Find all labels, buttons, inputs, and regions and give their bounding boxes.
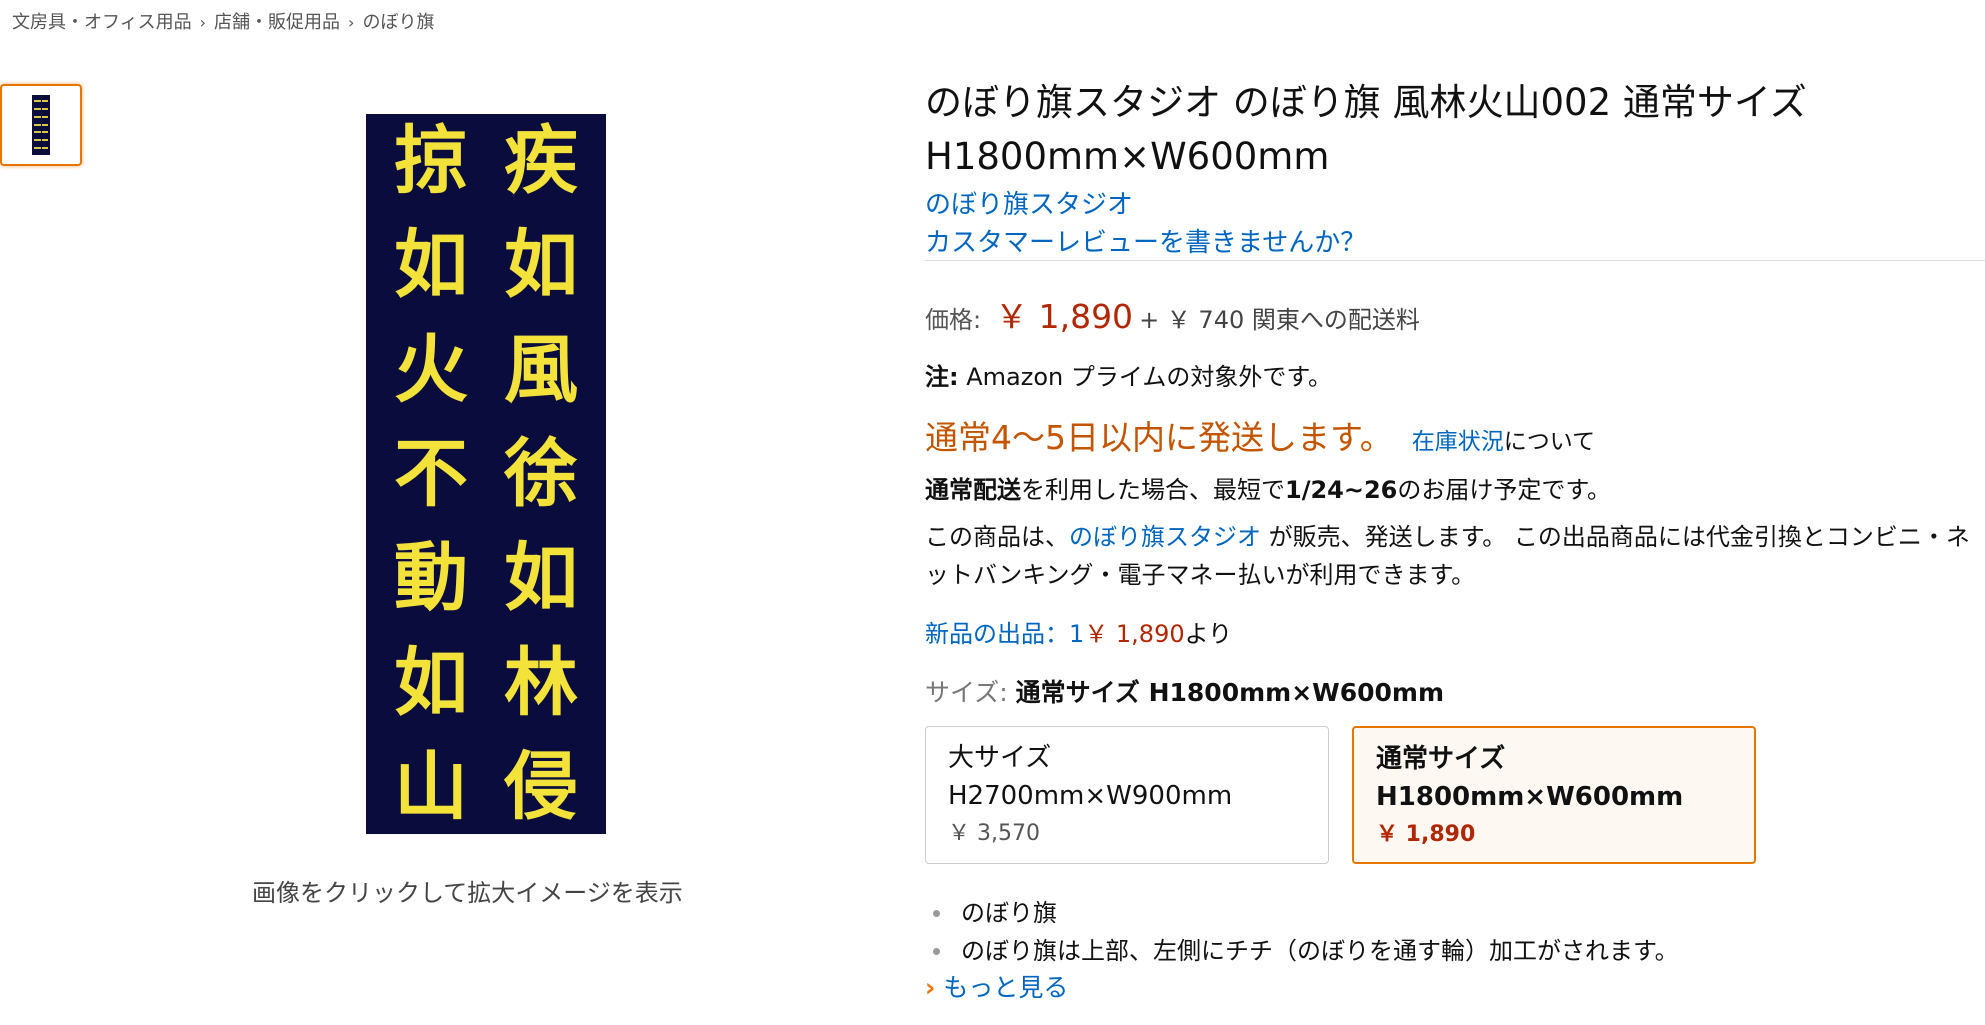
list-item: のぼり旗は上部、左側にチチ（のぼりを通す輪）加工がされます。: [925, 932, 1679, 970]
chevron-right-icon: ›: [925, 973, 936, 1002]
delivery-method: 通常配送: [925, 476, 1021, 504]
product-thumbnail[interactable]: [0, 84, 82, 166]
shipping-fee: + ￥ 740 関東への配送料: [1139, 306, 1420, 334]
divider: [925, 260, 1985, 261]
list-item: のぼり旗: [925, 894, 1679, 932]
prime-note: 注: Amazon プライムの対象外です。: [925, 357, 1332, 392]
size-option-price: ￥ 1,890: [1376, 822, 1476, 847]
new-offers: 新品の出品：1￥ 1,890より: [925, 614, 1232, 649]
price-label: 価格:: [925, 306, 982, 334]
bullet-dot-icon: [933, 948, 940, 955]
size-selector-label: サイズ: 通常サイズ H1800mm×W600mm: [925, 673, 1444, 709]
size-selected-value: 通常サイズ H1800mm×W600mm: [1015, 678, 1445, 707]
bullet-text: のぼり旗は上部、左側にチチ（のぼりを通す輪）加工がされます。: [961, 937, 1679, 965]
thumbnail-image: [32, 95, 50, 155]
breadcrumb-item-nobori[interactable]: のぼり旗: [362, 12, 434, 33]
banner-char: 徐: [504, 430, 578, 517]
banner-char: 火: [394, 326, 468, 413]
bullet-text: のぼり旗: [961, 899, 1057, 927]
product-title: のぼり旗スタジオ のぼり旗 風林火山002 通常サイズ H1800mm×W600…: [925, 81, 1807, 178]
banner-char: 疾: [504, 118, 578, 204]
feature-bullets: のぼり旗 のぼり旗は上部、左側にチチ（のぼりを通す輪）加工がされます。: [925, 894, 1679, 970]
note-text: Amazon プライムの対象外です。: [958, 363, 1332, 391]
breadcrumb-item-stationery[interactable]: 文房具・オフィス用品: [12, 12, 192, 33]
banner-char: 如: [504, 222, 578, 309]
new-offers-price: ￥ 1,890: [1084, 620, 1185, 648]
banner-char: 如: [394, 639, 468, 726]
banner-char: 侵: [504, 743, 578, 830]
delivery-text-end: のお届け予定です。: [1397, 476, 1611, 504]
seller-link[interactable]: のぼり旗スタジオ: [1069, 523, 1261, 551]
size-option-price: ￥ 3,570: [948, 821, 1040, 846]
stock-status-link[interactable]: 在庫状況: [1398, 429, 1504, 455]
main-product-image[interactable]: 掠 如 火 不 動 如 山 疾 如 風 徐 如 林 侵: [366, 114, 606, 834]
write-review-link[interactable]: カスタマーレビューを書きませんか？: [925, 222, 1366, 259]
size-label: サイズ:: [925, 678, 1008, 707]
banner-char: 掠: [394, 118, 468, 204]
sold-by-prefix: この商品は、: [925, 523, 1069, 551]
breadcrumb-item-store-promo[interactable]: 店舗・販促用品: [214, 12, 340, 33]
see-more-link[interactable]: › もっと見る: [925, 968, 1068, 1004]
size-option-name: 大サイズ: [948, 743, 1052, 773]
sold-by-info: この商品は、のぼり旗スタジオ が販売、発送します。 この出品商品には代金引換とコ…: [925, 518, 1985, 594]
new-offers-suffix: より: [1184, 620, 1233, 648]
breadcrumb-separator-icon: ›: [199, 13, 207, 32]
price-value: ￥ 1,890: [995, 297, 1134, 336]
delivery-text: を利用した場合、最短で: [1021, 476, 1285, 504]
see-more-label: もっと見る: [943, 973, 1069, 1002]
banner-char: 林: [504, 639, 578, 726]
delivery-estimate: 通常配送を利用した場合、最短で1/24~26のお届け予定です。: [925, 470, 1611, 505]
availability-row: 通常4～5日以内に発送します。 在庫状況について: [925, 411, 1595, 459]
size-option-name: 通常サイズ: [1376, 744, 1506, 774]
bullet-dot-icon: [933, 910, 940, 917]
breadcrumb-separator-icon: ›: [348, 13, 355, 32]
banner-char: 風: [504, 326, 578, 413]
banner-char: 如: [504, 535, 578, 622]
note-label: 注:: [925, 363, 959, 391]
banner-char: 動: [394, 535, 468, 622]
banner-char: 山: [394, 743, 468, 830]
new-offers-link[interactable]: 新品の出品：1: [925, 620, 1084, 648]
availability-status: 通常4～5日以内に発送します。: [925, 418, 1393, 457]
banner-char: 不: [394, 430, 468, 517]
banner-column-left: 掠 如 火 不 動 如 山: [394, 124, 468, 824]
price-row: 価格: ￥ 1,890 + ￥ 740 関東への配送料: [925, 290, 1420, 338]
delivery-date: 1/24~26: [1285, 476, 1398, 504]
size-option-dimensions: H1800mm×W600mm: [1376, 782, 1684, 812]
image-zoom-caption: 画像をクリックして拡大イメージを表示: [252, 879, 683, 907]
banner-column-right: 疾 如 風 徐 如 林 侵: [504, 124, 578, 824]
brand-link[interactable]: のぼり旗スタジオ: [925, 184, 1133, 221]
stock-status-suffix: について: [1503, 429, 1596, 455]
size-option-dimensions: H2700mm×W900mm: [948, 781, 1233, 811]
breadcrumb: 文房具・オフィス用品 › 店舗・販促用品 › のぼり旗: [12, 8, 434, 34]
size-option-large[interactable]: 大サイズ H2700mm×W900mm ￥ 3,570: [925, 726, 1329, 864]
banner-char: 如: [394, 222, 468, 309]
size-option-standard[interactable]: 通常サイズ H1800mm×W600mm ￥ 1,890: [1352, 726, 1756, 864]
